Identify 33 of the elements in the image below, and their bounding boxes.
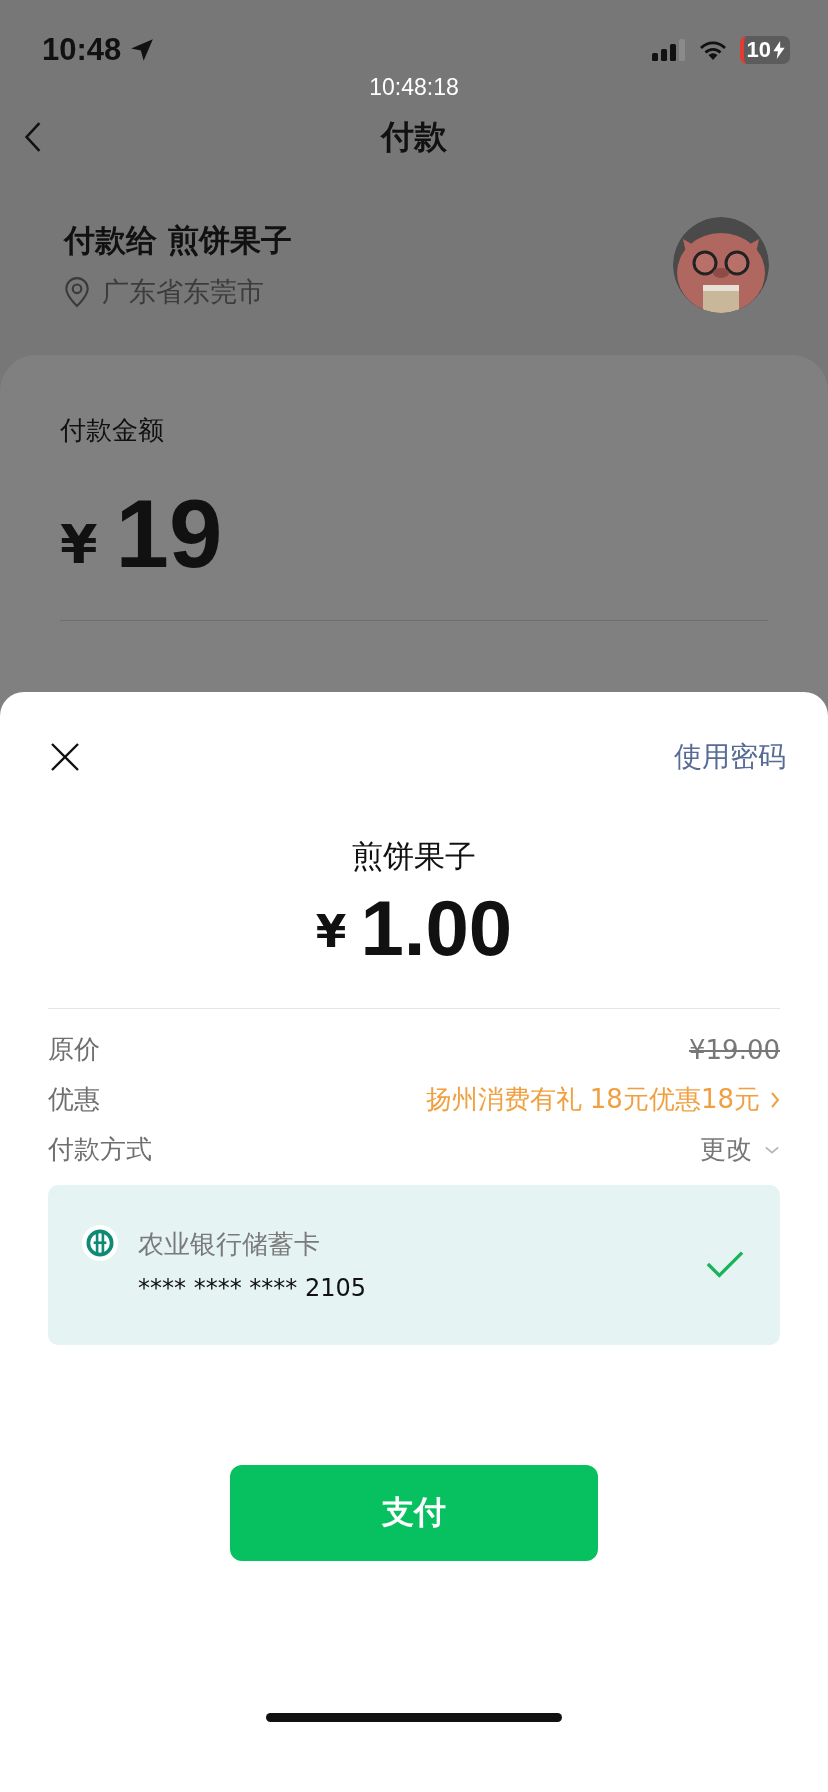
location-arrow-icon [129, 37, 156, 63]
row-label: 原价 [48, 1033, 100, 1067]
chevron-down-icon [764, 1144, 780, 1155]
signal-icon [651, 39, 686, 61]
back-icon [24, 121, 42, 153]
amount-label: 付款金额 [60, 414, 165, 447]
use-password-link[interactable]: 使用密码 [674, 738, 786, 776]
page-title: 付款 [381, 115, 447, 158]
timestamp: 10:48:18 [368, 74, 460, 101]
payment-card[interactable]: 农业银行储蓄卡 **** **** **** 2105 [48, 1184, 780, 1345]
location-pin-icon [64, 276, 90, 308]
chevron-right-icon [770, 1090, 780, 1109]
merchant-name: 煎饼果子 [351, 837, 477, 876]
row-label: 优惠 [48, 1083, 100, 1117]
status-time: 10:48 [42, 32, 122, 68]
pay-button[interactable]: 支付 [230, 1464, 598, 1561]
location-text: 广东省东莞市 [102, 275, 264, 309]
payee-name: 付款给 煎饼果子 [64, 221, 292, 260]
bank-logo-icon [82, 1224, 118, 1261]
card-number: **** **** **** 2105 [138, 1274, 367, 1303]
close-button[interactable] [50, 742, 80, 772]
amount-value: 19 [115, 486, 223, 582]
bolt-icon [773, 41, 785, 59]
checkmark-icon [706, 1249, 744, 1280]
currency-symbol: ¥ [60, 518, 98, 572]
row-label: 付款方式 [48, 1133, 152, 1167]
currency-symbol: ¥ [315, 909, 347, 954]
original-price: ¥19.00 [689, 1034, 780, 1065]
battery-level: 10 [746, 37, 771, 63]
change-button[interactable]: 更改 [700, 1132, 780, 1168]
bank-name: 农业银行储蓄卡 [138, 1228, 321, 1262]
payment-amount: 1.00 [360, 886, 513, 972]
close-icon [50, 742, 80, 772]
